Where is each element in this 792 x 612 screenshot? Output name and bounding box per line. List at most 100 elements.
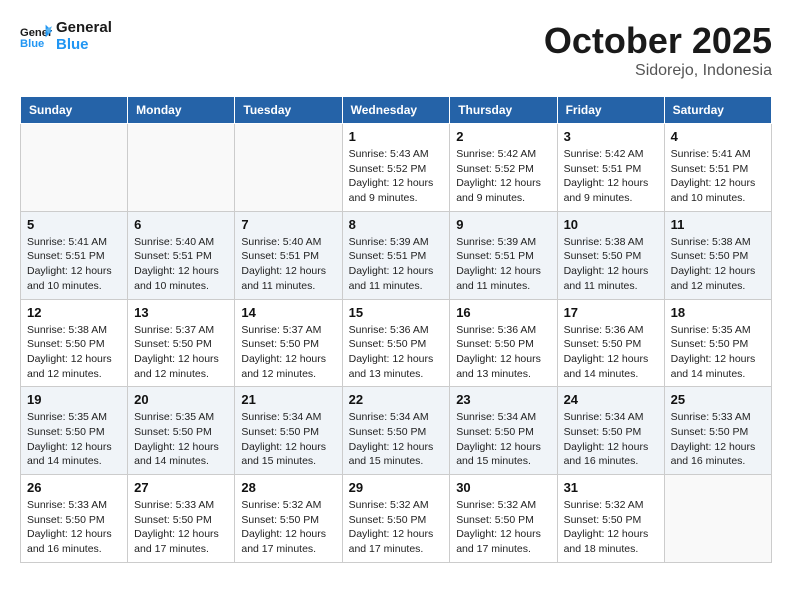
- day-number: 13: [134, 305, 228, 320]
- day-number: 12: [27, 305, 121, 320]
- day-number: 20: [134, 392, 228, 407]
- day-number: 28: [241, 480, 335, 495]
- day-number: 30: [456, 480, 550, 495]
- logo-line2: Blue: [56, 37, 112, 54]
- day-info: Sunrise: 5:33 AM Sunset: 5:50 PM Dayligh…: [671, 410, 765, 469]
- logo: General Blue General Blue: [20, 20, 112, 53]
- header-wednesday: Wednesday: [342, 97, 450, 124]
- day-number: 10: [564, 217, 658, 232]
- location: Sidorejo, Indonesia: [544, 62, 772, 80]
- day-number: 18: [671, 305, 765, 320]
- day-cell: 16 Sunrise: 5:36 AM Sunset: 5:50 PM Dayli…: [450, 299, 557, 387]
- day-cell: 5 Sunrise: 5:41 AM Sunset: 5:51 PM Daylig…: [21, 211, 128, 299]
- day-cell: 27 Sunrise: 5:33 AM Sunset: 5:50 PM Dayli…: [128, 475, 235, 563]
- day-number: 2: [456, 129, 550, 144]
- day-info: Sunrise: 5:36 AM Sunset: 5:50 PM Dayligh…: [456, 323, 550, 382]
- day-cell: 20 Sunrise: 5:35 AM Sunset: 5:50 PM Dayli…: [128, 387, 235, 475]
- day-cell: 15 Sunrise: 5:36 AM Sunset: 5:50 PM Dayli…: [342, 299, 450, 387]
- day-number: 5: [27, 217, 121, 232]
- day-cell: 4 Sunrise: 5:41 AM Sunset: 5:51 PM Daylig…: [664, 124, 771, 212]
- day-info: Sunrise: 5:36 AM Sunset: 5:50 PM Dayligh…: [564, 323, 658, 382]
- day-cell: [664, 475, 771, 563]
- day-info: Sunrise: 5:42 AM Sunset: 5:51 PM Dayligh…: [564, 147, 658, 206]
- day-info: Sunrise: 5:36 AM Sunset: 5:50 PM Dayligh…: [349, 323, 444, 382]
- day-cell: 17 Sunrise: 5:36 AM Sunset: 5:50 PM Dayli…: [557, 299, 664, 387]
- day-info: Sunrise: 5:39 AM Sunset: 5:51 PM Dayligh…: [456, 235, 550, 294]
- day-cell: 26 Sunrise: 5:33 AM Sunset: 5:50 PM Dayli…: [21, 475, 128, 563]
- day-number: 23: [456, 392, 550, 407]
- day-cell: 2 Sunrise: 5:42 AM Sunset: 5:52 PM Daylig…: [450, 124, 557, 212]
- day-cell: 11Sunrise: 5:38 AM Sunset: 5:50 PM Dayli…: [664, 211, 771, 299]
- day-cell: [235, 124, 342, 212]
- logo-icon: General Blue: [20, 23, 52, 51]
- day-info: Sunrise: 5:41 AM Sunset: 5:51 PM Dayligh…: [27, 235, 121, 294]
- day-number: 15: [349, 305, 444, 320]
- day-cell: 23 Sunrise: 5:34 AM Sunset: 5:50 PM Dayli…: [450, 387, 557, 475]
- day-cell: 18 Sunrise: 5:35 AM Sunset: 5:50 PM Dayli…: [664, 299, 771, 387]
- day-number: 26: [27, 480, 121, 495]
- day-info: Sunrise: 5:32 AM Sunset: 5:50 PM Dayligh…: [241, 498, 335, 557]
- day-number: 4: [671, 129, 765, 144]
- day-info: Sunrise: 5:33 AM Sunset: 5:50 PM Dayligh…: [27, 498, 121, 557]
- day-cell: 28 Sunrise: 5:32 AM Sunset: 5:50 PM Dayli…: [235, 475, 342, 563]
- day-number: 24: [564, 392, 658, 407]
- day-cell: 21Sunrise: 5:34 AM Sunset: 5:50 PM Dayli…: [235, 387, 342, 475]
- week-row-4: 19 Sunrise: 5:35 AM Sunset: 5:50 PM Dayli…: [21, 387, 772, 475]
- day-cell: 14Sunrise: 5:37 AM Sunset: 5:50 PM Dayli…: [235, 299, 342, 387]
- day-cell: 6Sunrise: 5:40 AM Sunset: 5:51 PM Daylig…: [128, 211, 235, 299]
- day-cell: 25 Sunrise: 5:33 AM Sunset: 5:50 PM Dayli…: [664, 387, 771, 475]
- month-title: October 2025: [544, 20, 772, 62]
- day-cell: 12 Sunrise: 5:38 AM Sunset: 5:50 PM Dayli…: [21, 299, 128, 387]
- day-number: 19: [27, 392, 121, 407]
- day-number: 7: [241, 217, 335, 232]
- day-info: Sunrise: 5:35 AM Sunset: 5:50 PM Dayligh…: [671, 323, 765, 382]
- day-cell: 8Sunrise: 5:39 AM Sunset: 5:51 PM Daylig…: [342, 211, 450, 299]
- header-saturday: Saturday: [664, 97, 771, 124]
- day-info: Sunrise: 5:33 AM Sunset: 5:50 PM Dayligh…: [134, 498, 228, 557]
- day-number: 16: [456, 305, 550, 320]
- day-info: Sunrise: 5:35 AM Sunset: 5:50 PM Dayligh…: [134, 410, 228, 469]
- day-info: Sunrise: 5:41 AM Sunset: 5:51 PM Dayligh…: [671, 147, 765, 206]
- day-cell: 10 Sunrise: 5:38 AM Sunset: 5:50 PM Dayli…: [557, 211, 664, 299]
- day-cell: 30Sunrise: 5:32 AM Sunset: 5:50 PM Dayli…: [450, 475, 557, 563]
- day-info: Sunrise: 5:38 AM Sunset: 5:50 PM Dayligh…: [564, 235, 658, 294]
- header-monday: Monday: [128, 97, 235, 124]
- day-cell: 19Sunrise: 5:35 AM Sunset: 5:50 PM Dayli…: [21, 387, 128, 475]
- day-cell: 31Sunrise: 5:32 AM Sunset: 5:50 PM Dayli…: [557, 475, 664, 563]
- day-number: 9: [456, 217, 550, 232]
- calendar-header-row: SundayMondayTuesdayWednesdayThursdayFrid…: [21, 97, 772, 124]
- day-cell: 9 Sunrise: 5:39 AM Sunset: 5:51 PM Daylig…: [450, 211, 557, 299]
- day-cell: 3 Sunrise: 5:42 AM Sunset: 5:51 PM Daylig…: [557, 124, 664, 212]
- day-number: 1: [349, 129, 444, 144]
- day-number: 25: [671, 392, 765, 407]
- day-number: 3: [564, 129, 658, 144]
- day-info: Sunrise: 5:40 AM Sunset: 5:51 PM Dayligh…: [134, 235, 228, 294]
- day-info: Sunrise: 5:39 AM Sunset: 5:51 PM Dayligh…: [349, 235, 444, 294]
- day-number: 17: [564, 305, 658, 320]
- week-row-2: 5 Sunrise: 5:41 AM Sunset: 5:51 PM Daylig…: [21, 211, 772, 299]
- day-cell: 24 Sunrise: 5:34 AM Sunset: 5:50 PM Dayli…: [557, 387, 664, 475]
- page-header: General Blue General Blue October 2025 S…: [20, 20, 772, 80]
- day-cell: 29 Sunrise: 5:32 AM Sunset: 5:50 PM Dayli…: [342, 475, 450, 563]
- header-thursday: Thursday: [450, 97, 557, 124]
- header-friday: Friday: [557, 97, 664, 124]
- week-row-1: 1Sunrise: 5:43 AM Sunset: 5:52 PM Daylig…: [21, 124, 772, 212]
- day-cell: 22Sunrise: 5:34 AM Sunset: 5:50 PM Dayli…: [342, 387, 450, 475]
- day-cell: 7Sunrise: 5:40 AM Sunset: 5:51 PM Daylig…: [235, 211, 342, 299]
- day-info: Sunrise: 5:38 AM Sunset: 5:50 PM Dayligh…: [27, 323, 121, 382]
- day-number: 27: [134, 480, 228, 495]
- day-info: Sunrise: 5:42 AM Sunset: 5:52 PM Dayligh…: [456, 147, 550, 206]
- day-number: 31: [564, 480, 658, 495]
- header-sunday: Sunday: [21, 97, 128, 124]
- day-cell: 13Sunrise: 5:37 AM Sunset: 5:50 PM Dayli…: [128, 299, 235, 387]
- header-tuesday: Tuesday: [235, 97, 342, 124]
- day-cell: [21, 124, 128, 212]
- day-info: Sunrise: 5:34 AM Sunset: 5:50 PM Dayligh…: [456, 410, 550, 469]
- day-number: 29: [349, 480, 444, 495]
- logo-line1: General: [56, 20, 112, 37]
- day-info: Sunrise: 5:32 AM Sunset: 5:50 PM Dayligh…: [349, 498, 444, 557]
- week-row-5: 26 Sunrise: 5:33 AM Sunset: 5:50 PM Dayli…: [21, 475, 772, 563]
- day-cell: [128, 124, 235, 212]
- day-info: Sunrise: 5:34 AM Sunset: 5:50 PM Dayligh…: [564, 410, 658, 469]
- day-number: 14: [241, 305, 335, 320]
